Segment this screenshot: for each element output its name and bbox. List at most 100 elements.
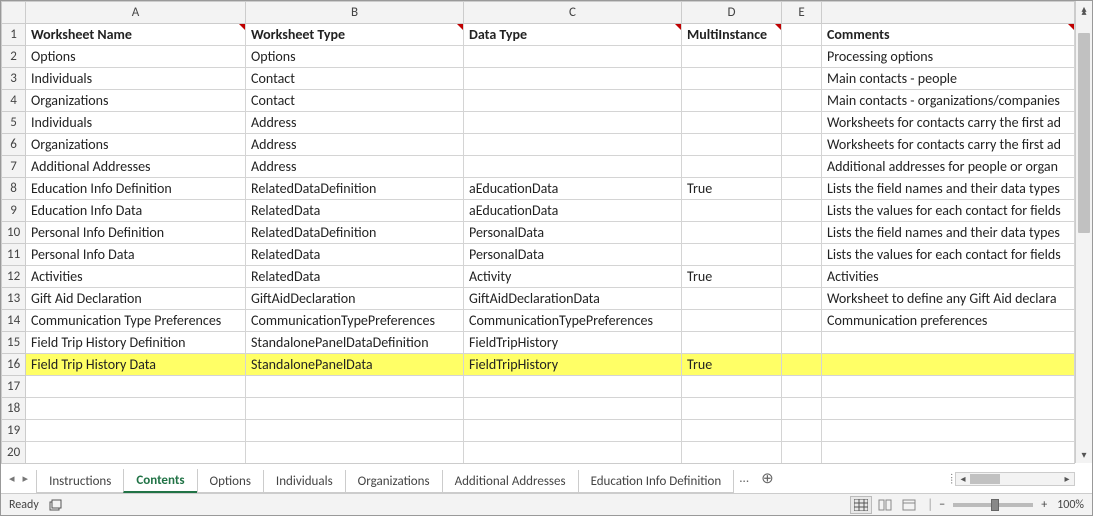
cell[interactable] (26, 442, 246, 464)
cell[interactable] (682, 244, 782, 266)
tab-nav-next-icon[interactable]: ▸ (21, 472, 31, 485)
row-header[interactable]: 13 (2, 288, 26, 310)
cell[interactable] (26, 376, 246, 398)
cell[interactable] (682, 398, 782, 420)
cell[interactable] (782, 288, 822, 310)
row-header[interactable]: 8 (2, 178, 26, 200)
cell[interactable]: Address (246, 134, 464, 156)
cell[interactable] (782, 68, 822, 90)
row-header[interactable]: 19 (2, 420, 26, 442)
cell[interactable] (782, 398, 822, 420)
zoom-out-button[interactable]: − (939, 498, 945, 512)
cell[interactable]: Education Info Data (26, 200, 246, 222)
cell[interactable] (682, 68, 782, 90)
cell[interactable] (782, 134, 822, 156)
cell[interactable]: MultiInstance (682, 24, 782, 46)
cell[interactable]: RelatedData (246, 266, 464, 288)
cell[interactable] (464, 112, 682, 134)
row-header[interactable]: 14 (2, 310, 26, 332)
cell[interactable]: Lists the values for each contact for fi… (822, 200, 1075, 222)
cell[interactable] (464, 46, 682, 68)
cell[interactable] (682, 222, 782, 244)
column-header-A[interactable]: A (26, 2, 246, 24)
vertical-scrollbar[interactable]: ▴ ▾ (1075, 17, 1092, 463)
cell[interactable]: Personal Info Data (26, 244, 246, 266)
cell[interactable]: Address (246, 112, 464, 134)
cell[interactable]: FieldTripHistory (464, 354, 682, 376)
cell[interactable]: Address (246, 156, 464, 178)
cell[interactable] (682, 376, 782, 398)
cell[interactable] (464, 376, 682, 398)
horizontal-scrollbar[interactable]: ◂ ▸ (955, 472, 1075, 486)
row-header[interactable]: 15 (2, 332, 26, 354)
cell[interactable]: Worksheet to define any Gift Aid declara (822, 288, 1075, 310)
cell[interactable]: Activity (464, 266, 682, 288)
cell[interactable] (682, 310, 782, 332)
cell[interactable]: StandalonePanelData (246, 354, 464, 376)
scroll-left-arrow-icon[interactable]: ◂ (956, 473, 970, 485)
cell[interactable]: StandalonePanelDataDefinition (246, 332, 464, 354)
cell[interactable] (782, 266, 822, 288)
row-header[interactable]: 4 (2, 90, 26, 112)
cell[interactable] (682, 46, 782, 68)
cell[interactable] (782, 156, 822, 178)
column-header-E[interactable]: E (782, 2, 822, 24)
cell[interactable]: Worksheet Name (26, 24, 246, 46)
row-header[interactable]: 6 (2, 134, 26, 156)
cell[interactable]: RelatedDataDefinition (246, 178, 464, 200)
column-header-C[interactable]: C (464, 2, 682, 24)
cell[interactable]: Lists the field names and their data typ… (822, 178, 1075, 200)
cell[interactable] (782, 46, 822, 68)
cell[interactable] (682, 442, 782, 464)
cell[interactable] (782, 420, 822, 442)
cell[interactable] (822, 442, 1075, 464)
zoom-level-label[interactable]: 100% (1057, 498, 1084, 512)
cell[interactable] (782, 442, 822, 464)
cell[interactable] (26, 398, 246, 420)
cell[interactable]: Field Trip History Data (26, 354, 246, 376)
cell[interactable]: Main contacts - people (822, 68, 1075, 90)
cell[interactable]: Lists the values for each contact for fi… (822, 244, 1075, 266)
more-tabs-button[interactable]: ... (733, 471, 755, 486)
cell[interactable]: Worksheet Type (246, 24, 464, 46)
row-header[interactable]: 12 (2, 266, 26, 288)
cell[interactable]: GiftAidDeclaration (246, 288, 464, 310)
cell[interactable] (682, 332, 782, 354)
tab-nav-prev-icon[interactable]: ◂ (7, 472, 17, 485)
cell[interactable]: Activities (26, 266, 246, 288)
row-header[interactable]: 18 (2, 398, 26, 420)
cell[interactable]: CommunicationTypePreferences (246, 310, 464, 332)
worksheet-tab[interactable]: Instructions (36, 470, 124, 493)
worksheet-tab[interactable]: Organizations (345, 470, 443, 493)
cell[interactable]: aEducationData (464, 200, 682, 222)
cell[interactable]: Personal Info Definition (26, 222, 246, 244)
cell[interactable]: Education Info Definition (26, 178, 246, 200)
cell[interactable] (464, 156, 682, 178)
spreadsheet-grid[interactable]: A B C D E 1Worksheet NameWorksheet TypeD… (1, 1, 1075, 463)
cell[interactable] (782, 332, 822, 354)
cell[interactable] (682, 200, 782, 222)
horizontal-scroll-thumb[interactable] (970, 474, 1000, 484)
row-header[interactable]: 3 (2, 68, 26, 90)
cell[interactable] (782, 222, 822, 244)
cell[interactable]: True (682, 178, 782, 200)
cell[interactable] (464, 68, 682, 90)
cell[interactable] (246, 442, 464, 464)
cell[interactable] (782, 24, 822, 46)
cell[interactable]: Communication Type Preferences (26, 310, 246, 332)
cell[interactable]: Main contacts - organizations/companies (822, 90, 1075, 112)
worksheet-tab[interactable]: Education Info Definition (578, 470, 735, 493)
cell[interactable] (682, 134, 782, 156)
cell[interactable] (782, 178, 822, 200)
view-page-break-button[interactable] (898, 496, 920, 514)
cell[interactable]: Field Trip History Definition (26, 332, 246, 354)
cell[interactable] (822, 398, 1075, 420)
cell[interactable] (682, 288, 782, 310)
cell[interactable]: Gift Aid Declaration (26, 288, 246, 310)
cell[interactable]: RelatedData (246, 244, 464, 266)
cell[interactable]: Organizations (26, 134, 246, 156)
worksheet-tab[interactable]: Contents (123, 469, 197, 493)
cell[interactable]: True (682, 354, 782, 376)
cell[interactable] (464, 398, 682, 420)
cell[interactable]: Lists the field names and their data typ… (822, 222, 1075, 244)
